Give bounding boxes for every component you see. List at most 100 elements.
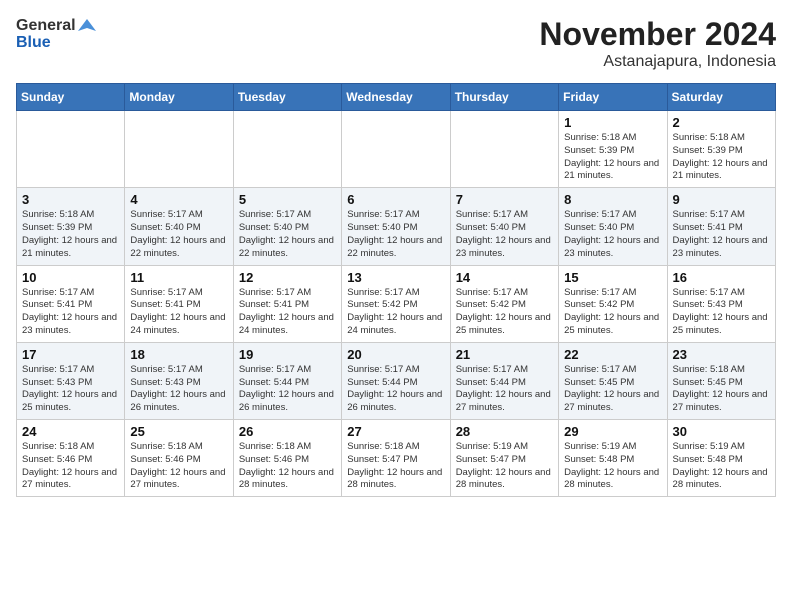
day-info: Sunset: 5:40 PM [347, 222, 444, 235]
calendar-cell: 5Sunrise: 5:17 AMSunset: 5:40 PMDaylight… [233, 188, 341, 265]
day-number: 5 [239, 192, 336, 207]
calendar-cell: 16Sunrise: 5:17 AMSunset: 5:43 PMDayligh… [667, 265, 775, 342]
calendar-cell: 6 Sunrise: 5:17 AMSunset: 5:40 PMDaylight… [342, 188, 450, 265]
calendar-cell: 12Sunrise: 5:17 AMSunset: 5:41 PMDayligh… [233, 265, 341, 342]
calendar-table: SundayMondayTuesdayWednesdayThursdayFrid… [16, 83, 776, 497]
calendar-cell: 21 Sunrise: 5:17 AMSunset: 5:44 PMDayligh… [450, 342, 558, 419]
day-number: 7 [456, 192, 553, 207]
day-number: 2 [673, 115, 770, 130]
day-info: Sunrise: 5:19 AM [564, 441, 661, 454]
day-number: 15 [564, 270, 661, 285]
day-info: Sunrise: 5:18 AM [347, 441, 444, 454]
day-info: Sunrise: 5:17 AM [347, 364, 444, 377]
page-title: November 2024 [539, 16, 776, 53]
day-info: Daylight: 12 hours and 25 minutes. [564, 312, 661, 338]
calendar-cell: 24Sunrise: 5:18 AMSunset: 5:46 PMDayligh… [17, 420, 125, 497]
day-number: 17 [22, 347, 119, 362]
day-info: Sunset: 5:47 PM [347, 454, 444, 467]
day-info: Sunrise: 5:18 AM [673, 132, 770, 145]
day-number: 10 [22, 270, 119, 285]
day-info: Sunrise: 5:17 AM [22, 287, 119, 300]
day-number: 24 [22, 424, 119, 439]
calendar-cell [342, 111, 450, 188]
day-info: Sunrise: 5:17 AM [456, 287, 553, 300]
day-info: Sunset: 5:40 PM [239, 222, 336, 235]
day-number: 1 [564, 115, 661, 130]
day-info: Sunrise: 5:17 AM [130, 209, 227, 222]
day-number: 28 [456, 424, 553, 439]
calendar-cell: 23 Sunrise: 5:18 AMSunset: 5:45 PMDayligh… [667, 342, 775, 419]
calendar-cell: 8Sunrise: 5:17 AMSunset: 5:40 PMDaylight… [559, 188, 667, 265]
calendar-cell [17, 111, 125, 188]
day-number: 20 [347, 347, 444, 362]
day-info: Sunrise: 5:19 AM [456, 441, 553, 454]
day-number: 6 [347, 192, 444, 207]
day-info: Daylight: 12 hours and 23 minutes. [456, 235, 553, 261]
calendar-cell: 10Sunrise: 5:17 AMSunset: 5:41 PMDayligh… [17, 265, 125, 342]
day-number: 13 [347, 270, 444, 285]
calendar-cell: 29Sunrise: 5:19 AMSunset: 5:48 PMDayligh… [559, 420, 667, 497]
day-info: Sunrise: 5:17 AM [564, 364, 661, 377]
day-number: 26 [239, 424, 336, 439]
day-info: Sunrise: 5:17 AM [347, 209, 444, 222]
day-info: Daylight: 12 hours and 21 minutes. [564, 158, 661, 184]
day-info: Sunset: 5:43 PM [130, 377, 227, 390]
day-info: Sunrise: 5:18 AM [673, 364, 770, 377]
day-info: Daylight: 12 hours and 22 minutes. [347, 235, 444, 261]
day-info: Sunset: 5:45 PM [673, 377, 770, 390]
calendar-cell [125, 111, 233, 188]
page-subtitle: Astanajapura, Indonesia [539, 53, 776, 71]
calendar-header-wednesday: Wednesday [342, 84, 450, 111]
calendar-header-thursday: Thursday [450, 84, 558, 111]
day-number: 12 [239, 270, 336, 285]
day-info: Sunrise: 5:18 AM [130, 441, 227, 454]
day-info: Daylight: 12 hours and 24 minutes. [347, 312, 444, 338]
calendar-cell: 15Sunrise: 5:17 AMSunset: 5:42 PMDayligh… [559, 265, 667, 342]
day-info: Daylight: 12 hours and 27 minutes. [130, 467, 227, 493]
day-info: Sunrise: 5:17 AM [239, 364, 336, 377]
day-number: 8 [564, 192, 661, 207]
day-info: Sunset: 5:44 PM [239, 377, 336, 390]
day-info: Daylight: 12 hours and 27 minutes. [456, 389, 553, 415]
calendar-cell [233, 111, 341, 188]
calendar-cell: 9Sunrise: 5:17 AMSunset: 5:41 PMDaylight… [667, 188, 775, 265]
calendar-cell: 3Sunrise: 5:18 AMSunset: 5:39 PMDaylight… [17, 188, 125, 265]
day-number: 25 [130, 424, 227, 439]
day-info: Daylight: 12 hours and 28 minutes. [239, 467, 336, 493]
day-info: Daylight: 12 hours and 26 minutes. [347, 389, 444, 415]
day-info: Sunset: 5:44 PM [456, 377, 553, 390]
day-info: Daylight: 12 hours and 25 minutes. [456, 312, 553, 338]
day-info: Sunset: 5:40 PM [564, 222, 661, 235]
day-info: Sunset: 5:46 PM [239, 454, 336, 467]
day-info: Daylight: 12 hours and 24 minutes. [239, 312, 336, 338]
day-info: Sunrise: 5:17 AM [239, 209, 336, 222]
day-number: 23 [673, 347, 770, 362]
logo: General Blue [16, 16, 96, 52]
day-info: Sunrise: 5:17 AM [22, 364, 119, 377]
calendar-cell: 1Sunrise: 5:18 AMSunset: 5:39 PMDaylight… [559, 111, 667, 188]
calendar-week-2: 3Sunrise: 5:18 AMSunset: 5:39 PMDaylight… [17, 188, 776, 265]
day-info: Daylight: 12 hours and 23 minutes. [673, 235, 770, 261]
calendar-header-monday: Monday [125, 84, 233, 111]
calendar-header-saturday: Saturday [667, 84, 775, 111]
day-number: 21 [456, 347, 553, 362]
day-info: Daylight: 12 hours and 26 minutes. [239, 389, 336, 415]
calendar-header-tuesday: Tuesday [233, 84, 341, 111]
day-info: Sunrise: 5:17 AM [456, 364, 553, 377]
calendar-cell: 20Sunrise: 5:17 AMSunset: 5:44 PMDayligh… [342, 342, 450, 419]
calendar-header-row: SundayMondayTuesdayWednesdayThursdayFrid… [17, 84, 776, 111]
title-block: November 2024 Astanajapura, Indonesia [539, 16, 776, 71]
day-info: Sunset: 5:46 PM [22, 454, 119, 467]
calendar-cell: 28Sunrise: 5:19 AMSunset: 5:47 PMDayligh… [450, 420, 558, 497]
day-info: Daylight: 12 hours and 21 minutes. [22, 235, 119, 261]
calendar-cell: 30Sunrise: 5:19 AMSunset: 5:48 PMDayligh… [667, 420, 775, 497]
calendar-cell: 11Sunrise: 5:17 AMSunset: 5:41 PMDayligh… [125, 265, 233, 342]
day-info: Sunrise: 5:18 AM [239, 441, 336, 454]
day-info: Daylight: 12 hours and 26 minutes. [130, 389, 227, 415]
day-number: 30 [673, 424, 770, 439]
day-info: Daylight: 12 hours and 27 minutes. [673, 389, 770, 415]
day-info: Daylight: 12 hours and 28 minutes. [564, 467, 661, 493]
day-info: Sunset: 5:42 PM [347, 299, 444, 312]
day-info: Daylight: 12 hours and 23 minutes. [564, 235, 661, 261]
day-number: 14 [456, 270, 553, 285]
